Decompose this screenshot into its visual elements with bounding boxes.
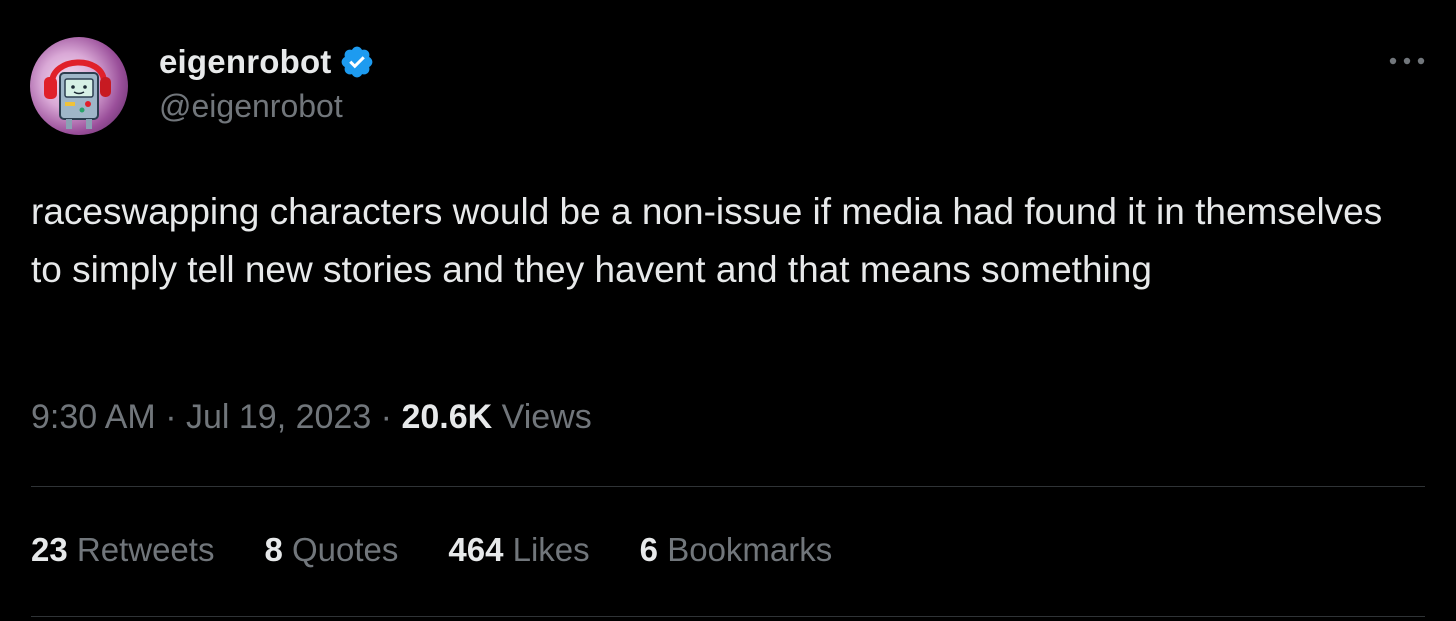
quotes-stat[interactable]: 8 Quotes (264, 531, 398, 569)
tweet-date[interactable]: Jul 19, 2023 (186, 398, 371, 436)
likes-count: 464 (448, 531, 504, 568)
display-name[interactable]: eigenrobot (159, 43, 332, 81)
divider (31, 616, 1425, 617)
more-options-button[interactable] (1382, 46, 1432, 76)
retweets-label: Retweets (67, 531, 215, 568)
quotes-label: Quotes (282, 531, 399, 568)
retweets-stat[interactable]: 23 Retweets (31, 531, 214, 569)
handle[interactable]: @eigenrobot (159, 88, 375, 125)
retweets-count: 23 (31, 531, 68, 568)
meta-separator: · (155, 398, 186, 436)
bookmarks-stat[interactable]: 6 Bookmarks (640, 531, 833, 569)
meta-separator: · (371, 398, 402, 436)
views-label: Views (492, 398, 592, 436)
engagement-stats: 23 Retweets 8 Quotes 464 Likes 6 Bookmar… (31, 531, 882, 569)
bookmarks-count: 6 (639, 531, 659, 568)
divider (31, 486, 1425, 487)
likes-stat[interactable]: 464 Likes (448, 531, 589, 569)
author-block[interactable]: eigenrobot @eigenrobot (159, 40, 375, 125)
robot-avatar-icon (44, 59, 111, 129)
tweet-meta: 9:30 AM · Jul 19, 2023 · 20.6K Views (31, 398, 592, 437)
views-count[interactable]: 20.6K (401, 398, 492, 436)
verified-badge-icon (341, 46, 372, 78)
display-name-row: eigenrobot (159, 40, 375, 84)
more-dots-icon (1389, 57, 1425, 65)
bookmarks-label: Bookmarks (658, 531, 833, 568)
tweet-time[interactable]: 9:30 AM (31, 398, 156, 436)
likes-label: Likes (503, 531, 590, 568)
avatar[interactable] (30, 37, 128, 135)
quotes-count: 8 (264, 531, 283, 568)
tweet-text: raceswapping characters would be a non-i… (31, 191, 1393, 290)
tweet-card: eigenrobot @eigenrobot raceswapping char… (0, 0, 1456, 621)
